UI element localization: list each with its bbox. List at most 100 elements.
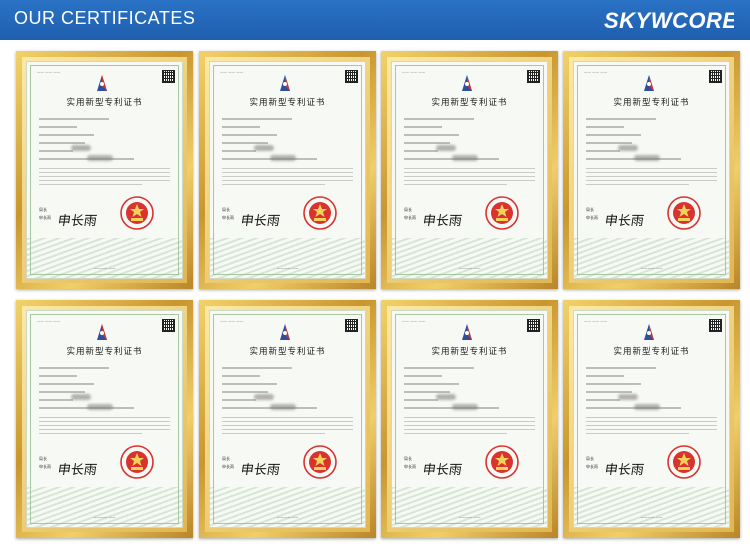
certificate-frame: —— —— —— 实用新型专利证书 局长 申长雨 申长雨 ———— ——	[563, 51, 740, 289]
patent-emblem-icon	[97, 324, 107, 340]
signature-label: 局长	[586, 456, 594, 461]
certificate-paper: —— —— —— 实用新型专利证书 局长 申长雨 申长雨 ———— ——	[209, 310, 366, 528]
certificate-paper: —— —— —— 实用新型专利证书 局长 申长雨 申长雨 ———— ——	[573, 61, 730, 279]
signature-label: 申长雨	[404, 464, 416, 469]
certificate-title: 实用新型专利证书	[613, 98, 690, 108]
certificate-title: 实用新型专利证书	[431, 347, 508, 357]
certificate-paper: —— —— —— 实用新型专利证书 局长 申长雨 申长雨 ———— ——	[209, 61, 366, 279]
certificate-paper: —— —— —— 实用新型专利证书 局长 申长雨 申长雨 ———— ——	[26, 61, 183, 279]
guilloche-pattern	[210, 487, 365, 527]
director-signature: 申长雨	[239, 463, 281, 478]
national-seal-icon	[485, 445, 519, 479]
certificate-title: 实用新型专利证书	[66, 347, 143, 357]
signature-label: 申长雨	[39, 464, 51, 469]
certificate-grid: —— —— —— 实用新型专利证书 局长 申长雨 申长雨 ———— —— —— …	[0, 0, 750, 559]
certificate-title: 实用新型专利证书	[249, 347, 326, 357]
guilloche-pattern	[392, 487, 547, 527]
certificate-number: —— —— ——	[220, 319, 244, 323]
certificate-frame: —— —— —— 实用新型专利证书 局长 申长雨 申长雨 ———— ——	[199, 51, 376, 289]
redacted-field	[618, 394, 638, 400]
director-signature: 申长雨	[421, 463, 463, 478]
certificate-number: —— —— ——	[37, 319, 61, 323]
national-seal-icon	[303, 196, 337, 230]
redacted-field	[634, 404, 660, 410]
redacted-field	[71, 394, 91, 400]
footer-note: ———— ——	[276, 515, 299, 519]
certificate-frame: —— —— —— 实用新型专利证书 局长 申长雨 申长雨 ———— ——	[381, 300, 558, 538]
redacted-field	[87, 155, 113, 161]
certificate-number: —— —— ——	[584, 319, 608, 323]
guilloche-pattern	[574, 487, 729, 527]
footer-note: ———— ——	[640, 515, 663, 519]
signature-label: 局长	[222, 456, 230, 461]
qr-code-icon	[709, 319, 722, 332]
footer-note: ———— ——	[640, 266, 663, 270]
signature-label: 局长	[222, 207, 230, 212]
national-seal-icon	[667, 196, 701, 230]
certificate-paper: —— —— —— 实用新型专利证书 局长 申长雨 申长雨 ———— ——	[391, 61, 548, 279]
guilloche-pattern	[574, 238, 729, 278]
director-signature: 申长雨	[421, 214, 463, 229]
qr-code-icon	[345, 319, 358, 332]
signature-label: 申长雨	[586, 464, 598, 469]
footer-note: ———— ——	[458, 266, 481, 270]
national-seal-icon	[485, 196, 519, 230]
signature-label: 局长	[39, 456, 47, 461]
certificate-number: —— —— ——	[402, 319, 426, 323]
patent-emblem-icon	[644, 75, 654, 91]
certificate-frame: —— —— —— 实用新型专利证书 局长 申长雨 申长雨 ———— ——	[16, 300, 193, 538]
certificate-frame: —— —— —— 实用新型专利证书 局长 申长雨 申长雨 ———— ——	[381, 51, 558, 289]
director-signature: 申长雨	[603, 463, 645, 478]
signature-label: 局长	[586, 207, 594, 212]
certificate-frame: —— —— —— 实用新型专利证书 局长 申长雨 申长雨 ———— ——	[199, 300, 376, 538]
director-signature: 申长雨	[56, 463, 98, 478]
certificate-number: —— —— ——	[37, 70, 61, 74]
certificate-number: —— —— ——	[402, 70, 426, 74]
patent-emblem-icon	[280, 75, 290, 91]
certificate-title: 实用新型专利证书	[613, 347, 690, 357]
signature-label: 申长雨	[404, 215, 416, 220]
qr-code-icon	[527, 319, 540, 332]
certificate-frame: —— —— —— 实用新型专利证书 局长 申长雨 申长雨 ———— ——	[563, 300, 740, 538]
national-seal-icon	[120, 196, 154, 230]
signature-label: 申长雨	[586, 215, 598, 220]
signature-label: 申长雨	[222, 215, 234, 220]
certificate-number: —— —— ——	[220, 70, 244, 74]
redacted-field	[436, 394, 456, 400]
redacted-field	[270, 155, 296, 161]
national-seal-icon	[120, 445, 154, 479]
signature-label: 局长	[404, 456, 412, 461]
certificate-paper: —— —— —— 实用新型专利证书 局长 申长雨 申长雨 ———— ——	[26, 310, 183, 528]
national-seal-icon	[303, 445, 337, 479]
patent-emblem-icon	[280, 324, 290, 340]
signature-label: 申长雨	[222, 464, 234, 469]
guilloche-pattern	[27, 238, 182, 278]
patent-emblem-icon	[462, 324, 472, 340]
director-signature: 申长雨	[239, 214, 281, 229]
redacted-field	[618, 145, 638, 151]
redacted-field	[270, 404, 296, 410]
redacted-field	[452, 404, 478, 410]
redacted-field	[87, 404, 113, 410]
qr-code-icon	[345, 70, 358, 83]
guilloche-pattern	[210, 238, 365, 278]
qr-code-icon	[527, 70, 540, 83]
redacted-field	[254, 145, 274, 151]
redacted-field	[436, 145, 456, 151]
certificate-title: 实用新型专利证书	[66, 98, 143, 108]
director-signature: 申长雨	[56, 214, 98, 229]
signature-label: 局长	[39, 207, 47, 212]
footer-note: ———— ——	[458, 515, 481, 519]
footer-note: ———— ——	[276, 266, 299, 270]
certificate-paper: —— —— —— 实用新型专利证书 局长 申长雨 申长雨 ———— ——	[391, 310, 548, 528]
director-signature: 申长雨	[603, 214, 645, 229]
footer-note: ———— ——	[93, 266, 116, 270]
qr-code-icon	[162, 70, 175, 83]
guilloche-pattern	[27, 487, 182, 527]
redacted-field	[634, 155, 660, 161]
redacted-field	[254, 394, 274, 400]
signature-label: 申长雨	[39, 215, 51, 220]
patent-emblem-icon	[462, 75, 472, 91]
qr-code-icon	[162, 319, 175, 332]
redacted-field	[71, 145, 91, 151]
